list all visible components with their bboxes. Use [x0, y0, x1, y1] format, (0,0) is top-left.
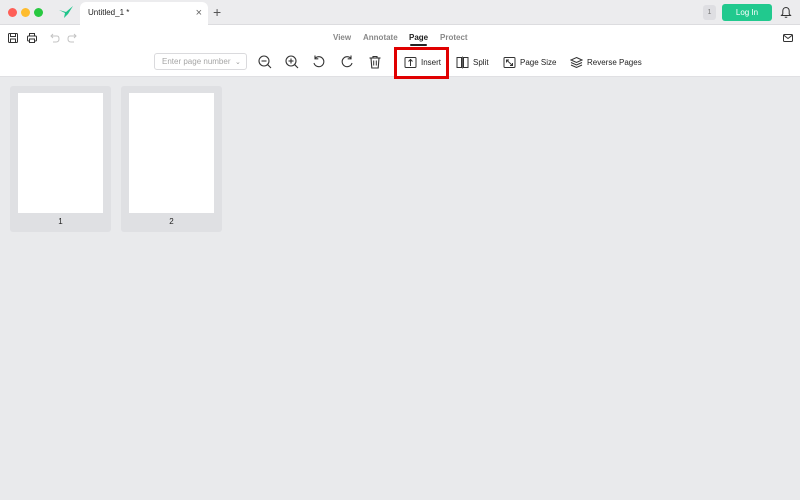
split-icon: [456, 56, 469, 68]
app-logo-icon: [59, 6, 73, 18]
page-number-label: 1: [58, 217, 63, 226]
tab-annotate[interactable]: Annotate: [363, 33, 398, 42]
reverse-pages-icon: [570, 56, 583, 68]
minimize-window-button[interactable]: [21, 8, 30, 17]
insert-highlight-box: [394, 47, 449, 79]
mail-icon[interactable]: [782, 32, 794, 44]
reverse-pages-button[interactable]: Reverse Pages: [570, 55, 642, 69]
active-tab-indicator: [410, 44, 427, 46]
redo-icon[interactable]: [67, 32, 79, 44]
title-bar: Untitled_1 * × + 1 Log In: [0, 0, 800, 25]
print-icon[interactable]: [26, 32, 38, 44]
chevron-down-icon[interactable]: ⌄: [235, 58, 241, 66]
tab-close-icon[interactable]: ×: [196, 6, 202, 20]
close-window-button[interactable]: [8, 8, 17, 17]
page-number-label: 2: [169, 217, 174, 226]
tab-view[interactable]: View: [333, 33, 351, 42]
page-size-label: Page Size: [520, 57, 557, 67]
trash-icon[interactable]: [367, 54, 383, 70]
split-label: Split: [473, 57, 489, 67]
save-icon[interactable]: [7, 32, 19, 44]
page-size-icon: [503, 56, 516, 68]
rotate-right-icon[interactable]: [339, 54, 355, 70]
page-sheet: [18, 93, 103, 213]
page-number-input[interactable]: [154, 53, 247, 70]
undo-icon[interactable]: [48, 32, 60, 44]
split-button[interactable]: Split: [456, 55, 489, 69]
tab-title: Untitled_1 *: [88, 8, 130, 17]
login-button[interactable]: Log In: [722, 4, 772, 21]
page-size-button[interactable]: Page Size: [503, 55, 556, 69]
tab-protect[interactable]: Protect: [440, 33, 468, 42]
rotate-left-icon[interactable]: [311, 54, 327, 70]
bell-icon[interactable]: [780, 6, 792, 19]
page-thumbnail[interactable]: 1: [10, 86, 111, 232]
page-sheet: [129, 93, 214, 213]
zoom-in-icon[interactable]: [284, 54, 300, 70]
new-tab-button[interactable]: +: [213, 4, 221, 20]
maximize-window-button[interactable]: [34, 8, 43, 17]
zoom-out-icon[interactable]: [257, 54, 273, 70]
notification-count-badge[interactable]: 1: [703, 5, 716, 20]
reverse-pages-label: Reverse Pages: [587, 57, 642, 67]
tab-page[interactable]: Page: [409, 33, 428, 42]
page-thumbnail[interactable]: 2: [121, 86, 222, 232]
document-tab[interactable]: Untitled_1 * ×: [80, 2, 208, 25]
